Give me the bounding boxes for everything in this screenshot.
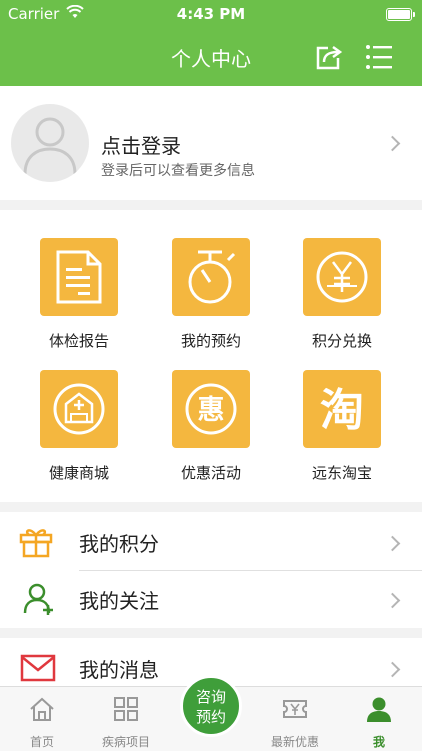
avatar (11, 104, 89, 182)
tab-disease-projects[interactable]: 疾病项目 (84, 687, 168, 751)
yuan-exchange-icon (303, 238, 381, 316)
grid-item-label: 健康商城 (48, 464, 109, 482)
consult-appointment-button[interactable]: 咨询 预约 (180, 675, 242, 737)
grid-item-fareast-taobao[interactable]: 淘 远东淘宝 (276, 370, 408, 483)
tab-me[interactable]: 我 (337, 687, 421, 751)
list-item-label: 我的积分 (79, 532, 159, 556)
grid-item-label: 积分兑换 (311, 332, 372, 350)
discount-glyph: 惠 (198, 395, 225, 426)
store-icon (40, 370, 118, 448)
discount-icon: 惠 (172, 370, 250, 448)
grid-item-promotions[interactable]: 惠 优惠活动 (145, 370, 277, 483)
chevron-right-icon (384, 592, 401, 609)
tab-label: 最新优惠 (270, 735, 319, 749)
gift-icon (18, 526, 54, 562)
grid-item-checkup-report[interactable]: 体检报告 (13, 238, 145, 351)
grid-item-label: 远东淘宝 (311, 464, 372, 482)
battery-icon (386, 8, 415, 21)
list-item-label: 我的消息 (79, 658, 159, 682)
tab-home[interactable]: 首页 (0, 687, 84, 751)
user-icon (365, 695, 393, 727)
chevron-right-icon (384, 661, 401, 678)
grid-item-health-store[interactable]: 健康商城 (13, 370, 145, 483)
login-label: 点击登录 (101, 134, 181, 158)
tab-label: 疾病项目 (101, 735, 150, 749)
document-icon (40, 238, 118, 316)
user-avatar-icon (23, 117, 77, 175)
grid-item-points-exchange[interactable]: 积分兑换 (276, 238, 408, 351)
grid-item-label: 我的预约 (180, 332, 241, 350)
share-icon[interactable] (314, 42, 344, 76)
profile-login-row[interactable]: 点击登录 登录后可以查看更多信息 (0, 86, 422, 200)
chevron-right-icon (384, 535, 401, 552)
menu-icon[interactable] (364, 42, 394, 76)
taobao-glyph: 淘 (320, 385, 364, 436)
home-icon (28, 695, 56, 727)
login-hint: 登录后可以查看更多信息 (101, 163, 255, 179)
chevron-right-icon (384, 135, 401, 152)
clock: 4:43 PM (176, 5, 246, 23)
tab-latest-deals[interactable]: 最新优惠 (253, 687, 337, 751)
list-item-my-follows[interactable]: 我的关注 (0, 571, 422, 627)
tab-label: 我 (372, 735, 385, 749)
list-group-account: 我的积分 我的关注 (0, 512, 422, 628)
page-title: 个人中心 (171, 47, 251, 71)
list-item-my-points[interactable]: 我的积分 (0, 514, 422, 570)
user-add-icon (22, 583, 56, 619)
timer-icon (172, 238, 250, 316)
grid-item-my-appointments[interactable]: 我的预约 (145, 238, 277, 351)
nav-bar: 个人中心 (0, 28, 422, 86)
coupon-icon (281, 695, 309, 727)
list-item-label: 我的关注 (79, 589, 159, 613)
mail-icon (20, 654, 56, 686)
grid-icon (112, 695, 140, 727)
grid-item-label: 体检报告 (48, 332, 109, 350)
tab-label: 首页 (29, 735, 54, 749)
taobao-icon: 淘 (303, 370, 381, 448)
status-bar: Carrier 4:43 PM (0, 0, 422, 28)
feature-grid: 体检报告 我的预约 积分兑换 健康商城 惠 优惠活动 淘 远东淘宝 (0, 210, 422, 502)
grid-item-label: 优惠活动 (180, 464, 241, 482)
